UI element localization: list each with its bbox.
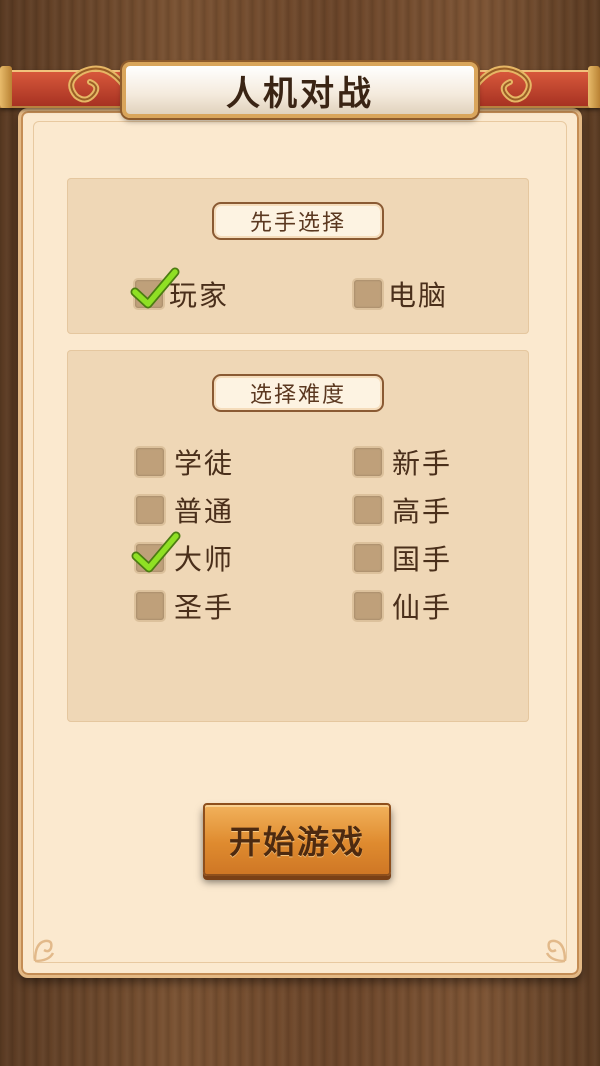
- option-novice[interactable]: 新手: [352, 442, 452, 482]
- apprentice-label: 学徒: [174, 447, 235, 480]
- novice-checkbox[interactable]: [352, 446, 384, 478]
- first-move-section: 先手选择 玩家 电脑: [67, 178, 529, 334]
- checkmark-icon: [131, 531, 181, 573]
- national-label: 国手: [392, 543, 453, 576]
- title-bar: 人机对战: [0, 60, 600, 118]
- option-master[interactable]: 大师: [131, 531, 235, 578]
- master-checkbox[interactable]: [131, 531, 181, 574]
- immortal-label: 仙手: [392, 591, 453, 624]
- normal-label: 普通: [174, 495, 235, 528]
- saint-checkbox[interactable]: [134, 590, 166, 622]
- normal-checkbox[interactable]: [134, 494, 166, 526]
- saint-label: 圣手: [174, 591, 235, 624]
- option-computer[interactable]: 电脑: [352, 274, 448, 314]
- option-normal[interactable]: 普通: [134, 490, 234, 530]
- title-plate: 人机对战: [122, 62, 478, 118]
- checkmark-icon: [130, 267, 180, 309]
- option-apprentice[interactable]: 学徒: [134, 442, 234, 482]
- corner-ornament-icon: [529, 925, 569, 965]
- difficulty-label: 选择难度: [212, 374, 384, 412]
- apprentice-checkbox[interactable]: [134, 446, 166, 478]
- expert-label: 高手: [392, 495, 453, 528]
- novice-label: 新手: [392, 447, 453, 480]
- immortal-checkbox[interactable]: [352, 590, 384, 622]
- scroll-ornament-right-icon: [468, 50, 548, 120]
- master-label: 大师: [174, 543, 235, 576]
- corner-ornament-icon: [31, 925, 71, 965]
- computer-checkbox[interactable]: [352, 278, 384, 310]
- expert-checkbox[interactable]: [352, 494, 384, 526]
- option-national[interactable]: 国手: [352, 538, 452, 578]
- option-saint[interactable]: 圣手: [134, 586, 234, 626]
- rail-cap-left: [0, 66, 12, 108]
- option-player[interactable]: 玩家: [130, 267, 229, 314]
- option-immortal[interactable]: 仙手: [352, 586, 452, 626]
- first-move-label: 先手选择: [212, 202, 384, 240]
- computer-label: 电脑: [388, 279, 449, 312]
- start-game-button[interactable]: 开始游戏: [203, 803, 391, 876]
- national-checkbox[interactable]: [352, 542, 384, 574]
- option-expert[interactable]: 高手: [352, 490, 452, 530]
- player-checkbox[interactable]: [130, 267, 180, 310]
- difficulty-section: 选择难度 学徒 新手 普通 高手 大师 国手 圣手 仙手: [67, 350, 529, 722]
- scroll-ornament-left-icon: [52, 50, 132, 120]
- page-title: 人机对战: [226, 73, 374, 114]
- rail-cap-right: [588, 66, 600, 108]
